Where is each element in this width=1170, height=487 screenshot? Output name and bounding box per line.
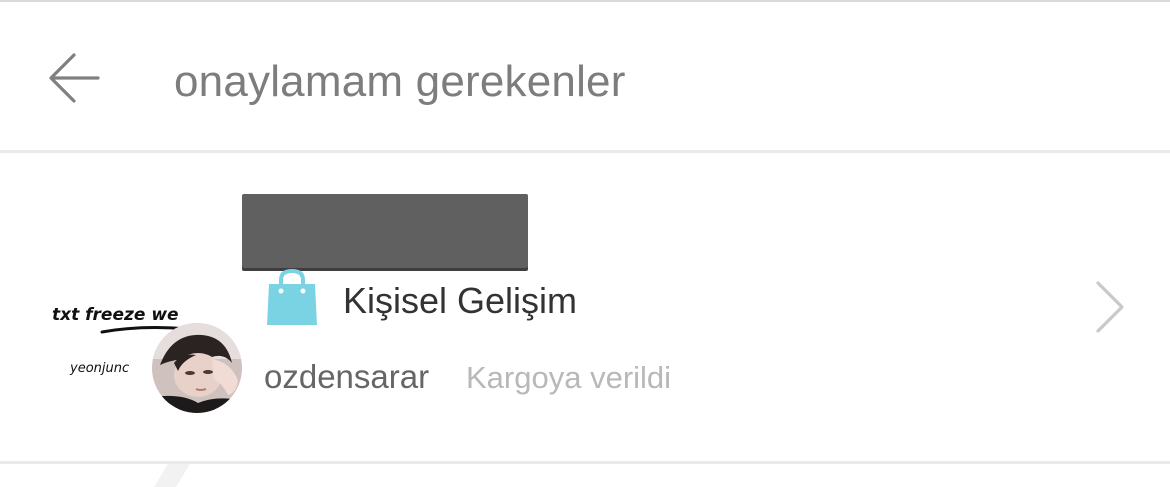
list-item[interactable]: txt freeze we yeonjunc Kişisel Gelişim o… xyxy=(0,153,1170,461)
watermark-shape xyxy=(154,464,190,487)
shopping-bag-icon xyxy=(265,268,319,327)
redacted-block xyxy=(242,194,528,268)
username[interactable]: ozdensarar xyxy=(264,358,429,396)
page-title: onaylamam gerekenler xyxy=(174,57,626,106)
arrow-left-icon xyxy=(49,53,100,103)
thumbnail-text-line1: txt freeze we xyxy=(52,305,179,325)
item-title: Kişisel Gelişim xyxy=(343,280,578,321)
avatar xyxy=(152,323,242,413)
back-button[interactable] xyxy=(44,48,104,108)
status-text: Kargoya verildi xyxy=(466,360,672,395)
thumbnail-text-line2: yeonjunc xyxy=(69,361,129,376)
header-bar: onaylamam gerekenler xyxy=(0,2,1170,150)
chevron-right-icon[interactable] xyxy=(1088,277,1128,337)
